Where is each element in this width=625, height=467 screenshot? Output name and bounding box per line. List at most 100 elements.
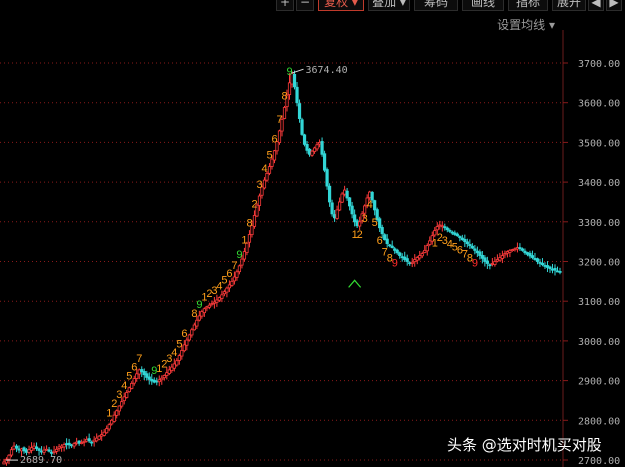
- y-tick-label: 2800.00: [578, 416, 620, 427]
- candle-body: [453, 232, 457, 235]
- candle-body: [378, 218, 382, 229]
- candle-body: [458, 236, 462, 239]
- candle-body: [425, 245, 429, 252]
- candle-body: [180, 350, 184, 357]
- candle-body: [185, 339, 189, 346]
- candlestick-chart[interactable]: 1234567912345689123456791823456789123456…: [0, 0, 625, 467]
- toolbar-button-0[interactable]: +: [276, 0, 294, 11]
- candle-body: [438, 224, 442, 227]
- candle-body: [545, 265, 550, 268]
- candle-body: [297, 103, 302, 119]
- candle-body: [450, 231, 454, 234]
- candle-body: [82, 440, 86, 443]
- candle-body: [177, 355, 181, 361]
- candle-body: [24, 449, 29, 453]
- y-tick-label: 3200.00: [578, 258, 620, 269]
- candle-body: [32, 445, 36, 449]
- candle-body: [117, 405, 121, 412]
- candle-body: [493, 261, 497, 265]
- candle-body: [112, 414, 116, 422]
- candle-body: [80, 442, 84, 444]
- candle-body: [87, 438, 91, 442]
- candle-body: [395, 249, 399, 254]
- candle-body: [348, 197, 352, 207]
- candle-body: [420, 253, 424, 257]
- toolbar-button-5[interactable]: 画线: [462, 0, 504, 11]
- candle-body: [445, 227, 449, 231]
- candle-body: [135, 373, 139, 379]
- candle-body: [322, 153, 327, 171]
- candle-body: [110, 419, 114, 425]
- candle-body: [455, 233, 459, 237]
- td-count-mark: 6: [377, 235, 383, 247]
- candle-body: [380, 227, 384, 235]
- candle-body: [77, 440, 81, 444]
- toolbar-button-9[interactable]: ▶: [606, 0, 622, 11]
- toolbar-button-1[interactable]: −: [296, 0, 314, 11]
- high-price-label: 3674.40: [306, 65, 348, 76]
- candle-body: [548, 266, 552, 270]
- candle-body: [39, 450, 44, 453]
- candle-body: [175, 360, 179, 366]
- td-count-mark: 3: [256, 179, 262, 191]
- td-sequence-layer: 1234567912345689123456791823456789123456…: [106, 66, 478, 420]
- candle-body: [343, 189, 347, 195]
- toolbar-button-3[interactable]: 叠加 ▾: [368, 0, 410, 11]
- chart-toolbar: + − 复权 ▾ 叠加 ▾ 筹码 画线 指标 展开 ◀ ▶: [0, 0, 625, 12]
- toolbar-button-6[interactable]: 指标: [508, 0, 548, 11]
- candle-body: [120, 401, 124, 407]
- candle-body: [518, 247, 522, 249]
- candle-body: [140, 369, 144, 373]
- td-count-mark: 2: [357, 229, 363, 241]
- candle-body: [383, 234, 387, 241]
- candle-body: [190, 329, 194, 336]
- toolbar-button-8[interactable]: ◀: [588, 0, 604, 11]
- toolbar-button-2[interactable]: 复权 ▾: [318, 0, 364, 11]
- candle-body: [192, 324, 196, 331]
- td-count-mark: 3: [362, 213, 368, 225]
- candle-body: [475, 250, 479, 254]
- td-count-mark: 8: [282, 90, 288, 102]
- candle-body: [182, 344, 186, 352]
- candle-body: [495, 259, 499, 262]
- toolbar-button-7[interactable]: 展开: [552, 0, 586, 11]
- candle-body: [463, 239, 467, 243]
- candle-body: [62, 444, 66, 448]
- candle-body: [413, 259, 417, 263]
- candle-body: [515, 247, 520, 250]
- candle-body: [44, 448, 49, 451]
- candle-body: [465, 241, 469, 245]
- candle-body: [49, 451, 54, 454]
- candle-body: [27, 449, 31, 453]
- candle-body: [205, 306, 209, 309]
- candle-body: [202, 308, 206, 314]
- candle-body: [212, 301, 216, 304]
- td-count-mark: 2: [251, 198, 257, 210]
- candle-body: [355, 220, 359, 227]
- candle-body: [307, 148, 312, 155]
- candle-body: [408, 262, 412, 265]
- candle-body: [85, 438, 89, 442]
- td-count-mark: 7: [276, 114, 282, 126]
- toolbar-button-4[interactable]: 筹码: [414, 0, 458, 11]
- td-count-mark: 7: [231, 260, 237, 272]
- ma-settings-dropdown[interactable]: 设置均线 ▾: [497, 16, 555, 33]
- td-count-mark: 7: [136, 353, 142, 365]
- candle-body: [480, 254, 484, 259]
- candle-body: [543, 265, 547, 267]
- candle-body: [147, 376, 151, 380]
- candle-body: [2, 461, 6, 465]
- candle-body: [9, 449, 14, 456]
- candle-body: [130, 382, 134, 389]
- candle-body: [267, 166, 272, 174]
- candle-body: [393, 248, 397, 251]
- candle-body: [60, 445, 64, 448]
- candle-body: [498, 257, 502, 261]
- annotations-layer: 3674.40 2689.70: [6, 65, 362, 466]
- candle-body: [230, 280, 234, 286]
- candle-body: [485, 260, 489, 264]
- candle-body: [330, 202, 334, 215]
- candle-body: [388, 244, 392, 247]
- y-tick-label: 3700.00: [578, 59, 620, 70]
- candle-body: [70, 444, 74, 447]
